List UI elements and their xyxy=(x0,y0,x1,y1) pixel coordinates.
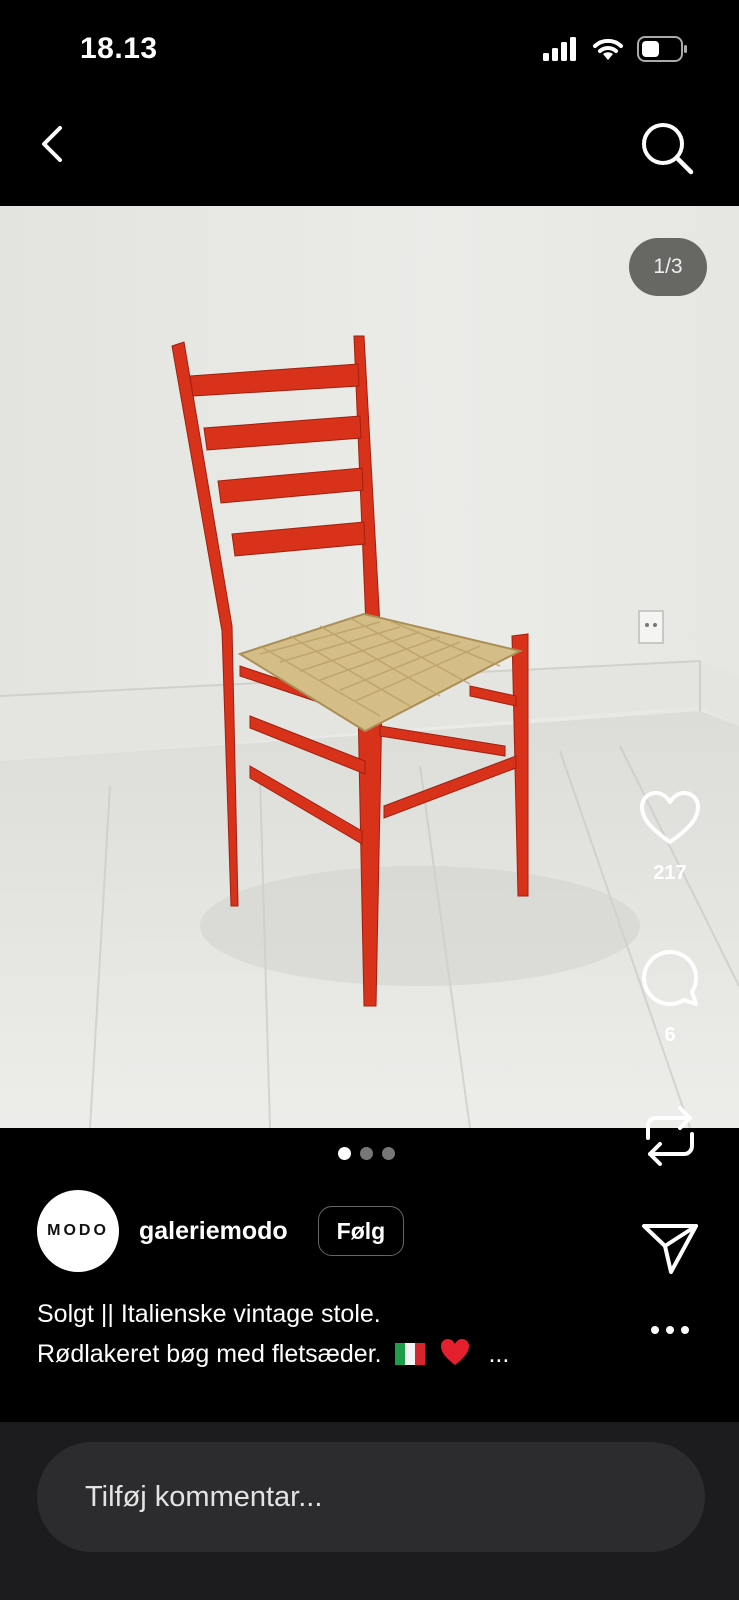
signal-icon xyxy=(543,37,576,61)
like-count: 217 xyxy=(653,862,687,884)
comment-button[interactable]: 6 xyxy=(639,948,701,1047)
status-time: 18.13 xyxy=(80,32,158,65)
caption-line-2-wrap: Rødlakeret bøg med fletsæder. ... xyxy=(37,1334,597,1374)
italy-flag-icon xyxy=(394,1337,425,1365)
status-bar: 18.13 xyxy=(0,0,739,100)
avatar[interactable]: MODO xyxy=(37,1190,119,1272)
search-icon xyxy=(642,123,694,175)
comment-bar xyxy=(0,1422,739,1600)
back-chevron-icon xyxy=(42,126,62,162)
author-row: MODO galeriemodo Følg xyxy=(37,1190,405,1272)
post-image[interactable]: 1/3 xyxy=(0,206,739,1128)
comment-bubble-icon xyxy=(642,950,698,1006)
carousel-pagination xyxy=(338,1147,395,1160)
comment-count: 6 xyxy=(664,1024,676,1046)
red-heart-icon xyxy=(440,1339,469,1365)
like-button[interactable]: 217 xyxy=(639,790,701,885)
image-counter: 1/3 xyxy=(629,238,707,296)
chair-photo xyxy=(0,206,739,1128)
caption-line-1: Solgt || Italienske vintage stole. xyxy=(37,1300,381,1328)
wifi-icon xyxy=(593,38,623,60)
more-options-button[interactable] xyxy=(639,1325,701,1335)
caption-more[interactable]: ... xyxy=(488,1340,509,1368)
pagination-dot xyxy=(382,1147,395,1160)
search-button[interactable] xyxy=(639,120,695,176)
status-icons xyxy=(543,36,689,62)
repost-icon xyxy=(646,1106,694,1166)
caption-line-2: Rødlakeret bøg med fletsæder. xyxy=(37,1340,382,1368)
more-dots-icon xyxy=(651,1326,689,1334)
top-nav xyxy=(0,110,739,200)
caption: Solgt || Italienske vintage stole. Rødla… xyxy=(37,1294,597,1374)
send-icon xyxy=(642,1224,698,1274)
share-button[interactable] xyxy=(639,1222,701,1276)
back-button[interactable] xyxy=(32,122,76,166)
pagination-dot xyxy=(360,1147,373,1160)
comment-input[interactable] xyxy=(37,1442,705,1552)
follow-button[interactable]: Følg xyxy=(317,1206,405,1256)
username[interactable]: galeriemodo xyxy=(139,1217,288,1246)
battery-icon xyxy=(637,36,687,62)
repost-button[interactable] xyxy=(639,1104,701,1168)
heart-icon xyxy=(640,791,700,844)
pagination-dot-active xyxy=(338,1147,351,1160)
